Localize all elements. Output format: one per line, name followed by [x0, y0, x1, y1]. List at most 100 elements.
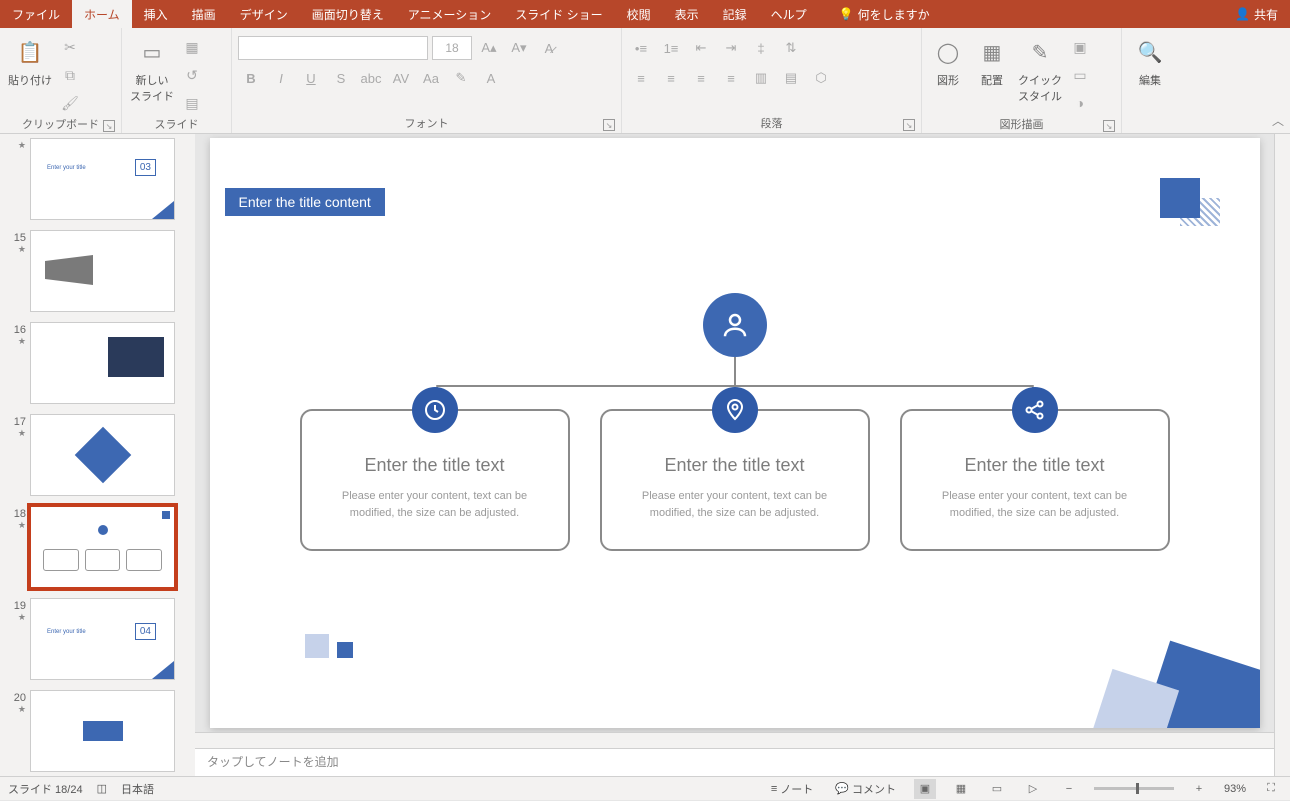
change-case-button[interactable]: Aa	[418, 66, 444, 90]
columns-button[interactable]: ▥	[748, 66, 774, 90]
clipboard-launcher[interactable]: ↘	[103, 120, 115, 132]
tab-insert[interactable]: 挿入	[132, 0, 180, 28]
thumbnail-selected[interactable]	[30, 506, 175, 588]
accessibility-button[interactable]: ◫	[97, 782, 107, 795]
slide-title-tag[interactable]: Enter the title content	[225, 188, 385, 216]
tab-design[interactable]: デザイン	[228, 0, 300, 28]
increase-indent-button[interactable]: ⇥	[718, 36, 744, 60]
zoom-slider[interactable]	[1094, 787, 1174, 790]
font-launcher[interactable]: ↘	[603, 119, 615, 131]
copy-button[interactable]: ⧉	[58, 64, 82, 86]
font-size-combo[interactable]: 18	[432, 36, 472, 60]
thumbnail[interactable]	[30, 230, 175, 312]
shape-outline-button[interactable]: ▭	[1068, 64, 1092, 86]
shapes-button[interactable]: ◯ 図形	[928, 32, 968, 88]
cut-button[interactable]: ✂	[58, 36, 82, 58]
thumbnail[interactable]: Enter your title 03	[30, 138, 175, 220]
new-slide-button[interactable]: ▭ 新しい スライド	[128, 32, 176, 104]
thumb-20[interactable]: 20★	[8, 690, 187, 772]
tab-help[interactable]: ヘルプ	[759, 0, 819, 28]
reset-button[interactable]: ↺	[180, 64, 204, 86]
layout-button[interactable]: ▦	[180, 36, 204, 58]
tab-file[interactable]: ファイル	[0, 0, 72, 28]
comments-toggle[interactable]: 💬コメント	[831, 777, 900, 801]
shape-effects-button[interactable]: ◑	[1068, 92, 1092, 114]
section-button[interactable]: ▤	[180, 92, 204, 114]
strike-button[interactable]: abc	[358, 66, 384, 90]
notes-pane[interactable]: タップしてノートを追加	[195, 748, 1274, 776]
bullets-button[interactable]: •≡	[628, 36, 654, 60]
horizontal-scrollbar[interactable]	[195, 732, 1274, 748]
align-center-button[interactable]: ≡	[658, 66, 684, 90]
tab-record[interactable]: 記録	[711, 0, 759, 28]
quick-styles-button[interactable]: ✎ クイック スタイル	[1016, 32, 1064, 104]
thumb-19[interactable]: 19★ Enter your title 04	[8, 598, 187, 680]
format-painter-button[interactable]: 🖌	[58, 92, 82, 114]
justify-button[interactable]: ≡	[718, 66, 744, 90]
italic-button[interactable]: I	[268, 66, 294, 90]
slideshow-view-button[interactable]: ▷	[1022, 779, 1044, 799]
tab-slideshow[interactable]: スライド ショー	[503, 0, 614, 28]
zoom-in-button[interactable]: +	[1188, 779, 1210, 799]
smartart-button[interactable]: ⬡	[808, 66, 834, 90]
notes-toggle[interactable]: ≡ノート	[767, 777, 817, 801]
highlight-button[interactable]: ✎	[448, 66, 474, 90]
zoom-out-button[interactable]: −	[1058, 779, 1080, 799]
thumbnail[interactable]	[30, 322, 175, 404]
char-spacing-button[interactable]: AV	[388, 66, 414, 90]
paragraph-launcher[interactable]: ↘	[903, 119, 915, 131]
tab-review[interactable]: 校閲	[615, 0, 663, 28]
language-indicator[interactable]: 日本語	[121, 781, 154, 797]
decrease-font-button[interactable]: A▾	[506, 36, 532, 60]
thumb-16[interactable]: 16★	[8, 322, 187, 404]
drawing-launcher[interactable]: ↘	[1103, 120, 1115, 132]
align-right-button[interactable]: ≡	[688, 66, 714, 90]
tab-animations[interactable]: アニメーション	[396, 0, 504, 28]
thumb-17[interactable]: 17★	[8, 414, 187, 496]
collapse-ribbon-button[interactable]: ︿	[1272, 112, 1284, 129]
tell-me[interactable]: 💡 何をしますか	[827, 0, 942, 28]
zoom-knob[interactable]	[1136, 783, 1139, 794]
underline-button[interactable]: U	[298, 66, 324, 90]
card-3[interactable]: Enter the title text Please enter your c…	[900, 409, 1170, 551]
thumbnail[interactable]	[30, 414, 175, 496]
thumbnail[interactable]	[30, 690, 175, 772]
decrease-indent-button[interactable]: ⇤	[688, 36, 714, 60]
align-text-button[interactable]: ▤	[778, 66, 804, 90]
normal-view-button[interactable]: ▣	[914, 779, 936, 799]
top-node[interactable]	[703, 293, 767, 357]
vertical-scrollbar[interactable]	[1274, 134, 1290, 776]
zoom-level[interactable]: 93%	[1224, 783, 1246, 795]
font-color-button[interactable]: A	[478, 66, 504, 90]
card-1[interactable]: Enter the title text Please enter your c…	[300, 409, 570, 551]
share-button[interactable]: 👤 共有	[1235, 6, 1278, 23]
bold-button[interactable]: B	[238, 66, 264, 90]
current-slide[interactable]: Enter the title content	[210, 138, 1260, 728]
increase-font-button[interactable]: A▴	[476, 36, 502, 60]
numbering-button[interactable]: 1≡	[658, 36, 684, 60]
tab-transitions[interactable]: 画面切り替え	[300, 0, 396, 28]
shadow-button[interactable]: S	[328, 66, 354, 90]
clear-format-button[interactable]: A̷	[536, 36, 562, 60]
thumb-18[interactable]: 18★	[8, 506, 187, 588]
thumb-15[interactable]: 15★	[8, 230, 187, 312]
font-name-combo[interactable]	[238, 36, 428, 60]
sorter-view-button[interactable]: ▦	[950, 779, 972, 799]
card-2[interactable]: Enter the title text Please enter your c…	[600, 409, 870, 551]
canvas-area[interactable]: Enter the title content	[195, 134, 1274, 732]
paste-button[interactable]: 📋 貼り付け	[6, 32, 54, 88]
find-button[interactable]: 🔍 編集	[1128, 32, 1172, 88]
slide-thumbnails-panel[interactable]: ★ Enter your title 03 15★ 16★ 17★	[0, 134, 195, 776]
reading-view-button[interactable]: ▭	[986, 779, 1008, 799]
arrange-button[interactable]: ▦ 配置	[972, 32, 1012, 88]
tab-view[interactable]: 表示	[663, 0, 711, 28]
thumb-14[interactable]: ★ Enter your title 03	[8, 138, 187, 220]
tab-draw[interactable]: 描画	[180, 0, 228, 28]
align-left-button[interactable]: ≡	[628, 66, 654, 90]
shape-fill-button[interactable]: ▣	[1068, 36, 1092, 58]
tab-home[interactable]: ホーム	[72, 0, 132, 28]
line-spacing-button[interactable]: ‡	[748, 36, 774, 60]
thumbnail[interactable]: Enter your title 04	[30, 598, 175, 680]
fit-window-button[interactable]: ⛶	[1260, 779, 1282, 799]
text-direction-button[interactable]: ⇅	[778, 36, 804, 60]
